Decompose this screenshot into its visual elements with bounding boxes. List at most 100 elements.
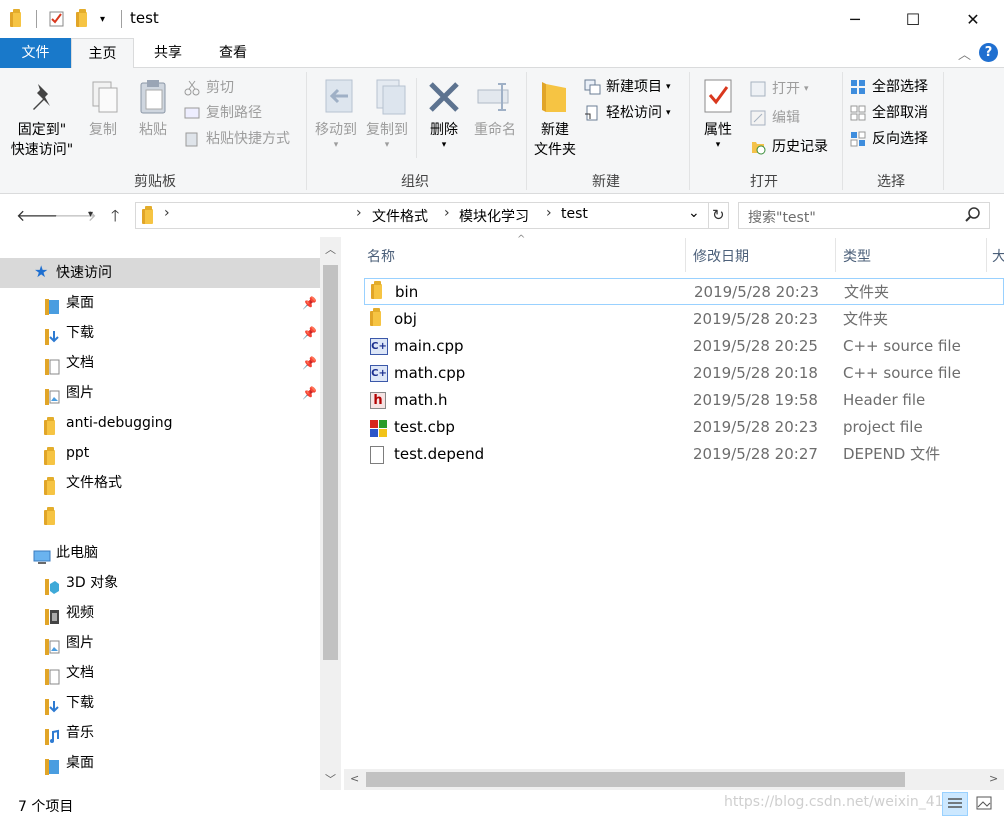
breadcrumb-item[interactable]: 文件格式 — [372, 206, 428, 226]
move-to-button[interactable]: 移动到 ▾ — [310, 120, 362, 150]
customize-quick-access-icon[interactable]: ▾ — [100, 9, 105, 29]
pin-icon[interactable]: 📌 — [302, 348, 317, 378]
up-arrow-icon[interactable]: 🡑 — [111, 205, 119, 232]
select-all-button[interactable]: 全部选择 — [850, 75, 928, 99]
scroll-up-arrow-icon[interactable]: ︿ — [325, 241, 336, 257]
large-icons-view-icon[interactable] — [972, 792, 998, 816]
delete-button[interactable]: 删除 ▾ — [422, 120, 466, 150]
file-row[interactable]: test.cbp 2019/5/28 20:23 project file — [364, 414, 1004, 441]
select-none-button[interactable]: 全部取消 — [850, 101, 928, 125]
nav-item-music[interactable]: 音乐 — [0, 718, 320, 748]
tab-file[interactable]: 文件 — [0, 38, 71, 68]
pin-icon[interactable]: 📌 — [302, 288, 317, 318]
pin-icon[interactable]: 📌 — [302, 378, 317, 408]
tab-home[interactable]: 主页 — [71, 38, 134, 69]
copy-icon — [89, 80, 119, 120]
file-row[interactable]: test.depend 2019/5/28 20:27 DEPEND 文件 — [364, 441, 1004, 468]
nav-item-pictures[interactable]: 图片 📌 — [0, 378, 320, 408]
scroll-right-arrow-icon[interactable]: > — [989, 772, 998, 785]
breadcrumb-chevron-icon[interactable]: › — [356, 205, 362, 221]
scrollbar-thumb[interactable] — [366, 772, 905, 787]
minimize-button[interactable]: ─ — [826, 0, 884, 38]
nav-item-ppt[interactable]: ppt — [0, 438, 320, 468]
properties-button[interactable]: 属性 ▾ — [698, 120, 738, 150]
close-button[interactable]: ✕ — [944, 0, 1002, 38]
tab-share[interactable]: 共享 — [138, 38, 198, 68]
breadcrumb-item[interactable]: 模块化学习 — [459, 206, 529, 226]
ribbon: 固定到" 快速访问" 复制 粘贴 剪切 复制路径 粘贴快捷方式 剪贴板 移动到 … — [0, 68, 1004, 194]
file-row[interactable]: C+ math.cpp 2019/5/28 20:18 C++ source f… — [364, 360, 1004, 387]
breadcrumb-chevron-icon[interactable]: › — [164, 205, 170, 221]
collapse-ribbon-icon[interactable]: ︿ — [958, 44, 971, 63]
rename-button[interactable]: 重命名 — [468, 120, 522, 140]
invert-selection-button[interactable]: 反向选择 — [850, 127, 928, 151]
help-icon[interactable]: ? — [979, 43, 998, 62]
file-row[interactable]: h math.h 2019/5/28 19:58 Header file — [364, 387, 1004, 414]
nav-item-documents-pc[interactable]: 文档 — [0, 658, 320, 688]
breadcrumb-item[interactable]: test — [561, 206, 588, 222]
recent-locations-chevron-icon[interactable]: ▾ — [88, 209, 93, 220]
copy-path-button[interactable]: 复制路径 — [184, 101, 262, 125]
file-row[interactable]: obj 2019/5/28 20:23 文件夹 — [364, 306, 1004, 333]
new-item-button[interactable]: 新建项目 ▾ — [584, 75, 671, 99]
new-folder-button[interactable]: 新建 文件夹 — [530, 120, 580, 160]
search-icon[interactable] — [965, 206, 981, 226]
history-button[interactable]: 历史记录 — [750, 135, 828, 159]
nav-item-pictures-pc[interactable]: 图片 — [0, 628, 320, 658]
pin-icon[interactable]: 📌 — [302, 318, 317, 348]
refresh-icon[interactable]: ↻ — [712, 206, 725, 224]
nav-label: 桌面 — [66, 295, 94, 311]
search-box[interactable]: 搜索"test" — [738, 202, 990, 229]
breadcrumb-chevron-icon[interactable]: › — [444, 205, 450, 221]
maximize-button[interactable]: ☐ — [884, 0, 942, 38]
file-row[interactable]: C+ main.cpp 2019/5/28 20:25 C++ source f… — [364, 333, 1004, 360]
nav-item-file-formats[interactable]: 文件格式 — [0, 468, 320, 498]
edit-button[interactable]: 编辑 — [750, 106, 800, 130]
easy-access-button[interactable]: 轻松访问 ▾ — [584, 101, 671, 125]
nav-item-downloads[interactable]: 下载 📌 — [0, 318, 320, 348]
nav-item-videos[interactable]: 视频 — [0, 598, 320, 628]
column-header-size[interactable]: 大 — [992, 246, 1004, 266]
breadcrumb-chevron-icon[interactable]: › — [546, 205, 552, 221]
nav-item-anti-debugging[interactable]: anti-debugging — [0, 408, 320, 438]
cut-button[interactable]: 剪切 — [184, 76, 234, 100]
nav-this-pc[interactable]: 此电脑 — [0, 538, 320, 568]
new-folder-quick-icon[interactable] — [76, 8, 87, 29]
scroll-left-arrow-icon[interactable]: < — [350, 772, 359, 785]
copy-to-button[interactable]: 复制到 ▾ — [361, 120, 413, 150]
nav-item-desktop-pc[interactable]: 桌面 — [0, 748, 320, 778]
scrollbar-thumb[interactable] — [323, 265, 338, 660]
properties-label: 属性 — [704, 122, 732, 138]
paste-button[interactable]: 粘贴 — [134, 120, 172, 140]
column-header-type[interactable]: 类型 — [843, 246, 871, 266]
nav-item-folder[interactable] — [0, 498, 320, 528]
nav-item-downloads-pc[interactable]: 下载 — [0, 688, 320, 718]
open-icon — [750, 81, 766, 97]
pin-to-quick-access-button[interactable]: 固定到" 快速访问" — [6, 120, 78, 160]
copy-button[interactable]: 复制 — [84, 120, 122, 140]
back-arrow-icon[interactable]: 🡐 — [16, 205, 59, 225]
open-button[interactable]: 打开 ▾ — [750, 77, 809, 101]
properties-quick-icon[interactable] — [48, 9, 66, 29]
scroll-down-arrow-icon[interactable]: ﹀ — [325, 771, 336, 787]
nav-item-desktop[interactable]: 桌面 📌 — [0, 288, 320, 318]
address-bar[interactable]: › › 文件格式 › 模块化学习 › test ⌄ ↻ — [135, 202, 729, 229]
invert-selection-label: 反向选择 — [872, 131, 928, 147]
generic-file-icon — [370, 446, 384, 464]
nav-pane-scrollbar[interactable]: ︿ ﹀ — [320, 237, 341, 790]
address-dropdown-chevron-icon[interactable]: ⌄ — [688, 205, 700, 221]
file-type: C++ source file — [843, 337, 961, 355]
tab-view[interactable]: 查看 — [203, 38, 263, 68]
paste-shortcut-button[interactable]: 粘贴快捷方式 — [184, 127, 290, 151]
nav-item-documents[interactable]: 文档 📌 — [0, 348, 320, 378]
details-view-icon[interactable] — [942, 792, 968, 816]
edit-icon — [750, 110, 766, 126]
file-row[interactable]: bin 2019/5/28 20:23 文件夹 — [364, 278, 1004, 305]
nav-item-3d-objects[interactable]: 3D 对象 — [0, 568, 320, 598]
column-header-date[interactable]: 修改日期 — [693, 246, 749, 266]
file-date: 2019/5/28 20:23 — [693, 418, 818, 436]
nav-quick-access[interactable]: ★ 快速访问 — [0, 258, 320, 288]
file-date: 2019/5/28 20:27 — [693, 445, 818, 463]
file-list-horizontal-scrollbar[interactable]: < > — [344, 769, 1004, 790]
column-header-name[interactable]: 名称 — [367, 246, 395, 266]
